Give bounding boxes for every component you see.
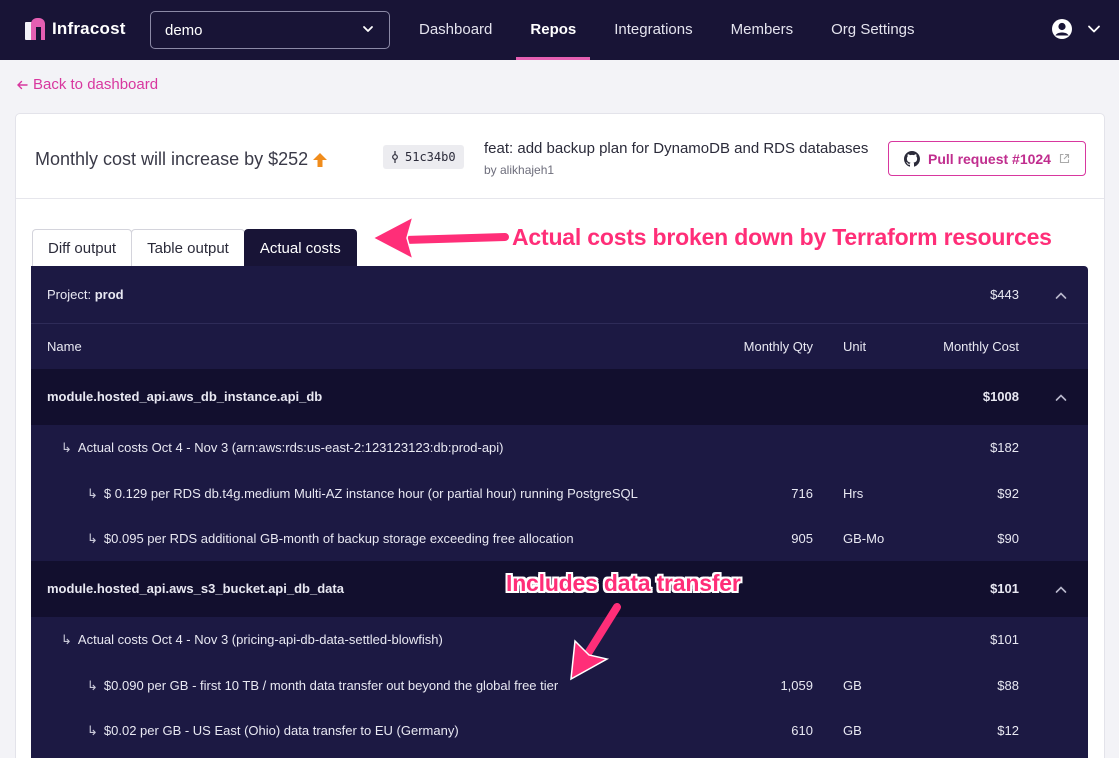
cost-summary-text: Monthly cost will increase by $252 bbox=[35, 149, 309, 169]
back-to-dashboard-link[interactable]: Back to dashboard bbox=[16, 76, 158, 93]
infracost-logo-icon bbox=[25, 18, 45, 40]
nav-org-settings[interactable]: Org Settings bbox=[812, 0, 933, 60]
row-cost: $88 bbox=[997, 678, 1019, 693]
cost-summary: Monthly cost will increase by $252 bbox=[35, 149, 328, 170]
org-select[interactable]: demo bbox=[150, 11, 390, 49]
project-label: Project: bbox=[47, 287, 92, 302]
arrow-left-icon bbox=[17, 80, 28, 89]
commit-author: by alikhajeh1 bbox=[484, 163, 555, 177]
chevron-down-icon bbox=[363, 26, 373, 32]
col-name: Name bbox=[47, 339, 82, 354]
subdirectory-arrow-icon: ↳ bbox=[87, 723, 98, 738]
row-qty: 716 bbox=[791, 486, 813, 501]
row-name-text: $0.090 per GB - first 10 TB / month data… bbox=[103, 678, 559, 693]
row-cost: $101 bbox=[990, 632, 1019, 647]
project-name-value: prod bbox=[94, 287, 124, 302]
actual-costs-table: Project: prod $443 Name Monthly Qty Unit… bbox=[31, 266, 1088, 758]
pull-request-button[interactable]: Pull request #1024 bbox=[888, 141, 1086, 176]
nav-dashboard[interactable]: Dashboard bbox=[400, 0, 511, 60]
row-name: ↳ $0.095 per RDS additional GB-month of b… bbox=[87, 516, 574, 561]
commit-hash: 51c34b0 bbox=[405, 150, 456, 164]
col-monthly-qty: Monthly Qty bbox=[743, 339, 813, 354]
brand-name: Infracost bbox=[52, 19, 126, 38]
main-nav: Dashboard Repos Integrations Members Org… bbox=[400, 0, 934, 60]
row-unit: GB bbox=[843, 678, 862, 693]
subdirectory-arrow-icon: ↳ bbox=[61, 440, 72, 455]
row-name-text: $ 0.129 per RDS db.t4g.medium Multi-AZ i… bbox=[103, 486, 638, 501]
row-name-text: Actual costs Oct 4 - Nov 3 (pricing-api-… bbox=[77, 632, 443, 647]
row-qty: 1,059 bbox=[780, 678, 813, 693]
line-item-row: ↳ $ 0.129 per RDS db.t4g.medium Multi-AZ … bbox=[31, 471, 1088, 516]
tab-diff-output[interactable]: Diff output bbox=[32, 229, 133, 267]
nav-repos[interactable]: Repos bbox=[511, 0, 595, 60]
external-link-icon bbox=[1059, 153, 1070, 164]
row-qty: 905 bbox=[791, 531, 813, 546]
row-name: module.hosted_api.aws_s3_bucket.api_db_d… bbox=[47, 561, 344, 617]
commit-message: feat: add backup plan for DynamoDB and R… bbox=[484, 140, 869, 157]
row-cost: $182 bbox=[990, 440, 1019, 455]
user-menu[interactable] bbox=[1051, 18, 1101, 40]
commit-icon bbox=[392, 151, 398, 163]
row-qty: 610 bbox=[791, 723, 813, 738]
project-name: Project: prod bbox=[47, 266, 124, 324]
row-name: ↳ $0.02 per GB - US East (Ohio) data tran… bbox=[87, 708, 459, 753]
nav-members[interactable]: Members bbox=[712, 0, 813, 60]
user-circle-icon bbox=[1052, 19, 1072, 39]
line-item-row: ↳ $0.090 per GB - first 10 TB / month dat… bbox=[31, 663, 1088, 708]
brand-logo[interactable]: Infracost bbox=[25, 18, 126, 40]
row-name: ↳ Actual costs Oct 4 - Nov 3 (pricing-api… bbox=[61, 617, 443, 663]
row-unit: GB bbox=[843, 723, 862, 738]
pull-request-label: Pull request #1024 bbox=[928, 150, 1051, 167]
nav-integrations[interactable]: Integrations bbox=[595, 0, 711, 60]
table-header-row: Name Monthly Qty Unit Monthly Cost bbox=[31, 324, 1088, 369]
row-name: module.hosted_api.aws_db_instance.api_db bbox=[47, 369, 322, 425]
github-icon bbox=[904, 150, 921, 167]
col-unit: Unit bbox=[843, 339, 867, 354]
subdirectory-arrow-icon: ↳ bbox=[87, 678, 98, 693]
row-name: ↳ Actual costs Oct 4 - Nov 3 (arn:aws:rds… bbox=[61, 425, 504, 471]
chevron-up-icon[interactable] bbox=[1054, 561, 1068, 617]
commit-hash-badge[interactable]: 51c34b0 bbox=[383, 145, 464, 169]
tab-table-output[interactable]: Table output bbox=[131, 229, 245, 267]
row-name: ↳ $ 0.129 per RDS db.t4g.medium Multi-AZ … bbox=[87, 471, 638, 516]
row-name-text: module.hosted_api.aws_s3_bucket.api_db_d… bbox=[47, 581, 344, 596]
row-unit: Hrs bbox=[843, 486, 864, 501]
subdirectory-arrow-icon: ↳ bbox=[61, 632, 72, 647]
row-cost: $12 bbox=[997, 723, 1019, 738]
project-row[interactable]: Project: prod $443 bbox=[31, 266, 1088, 324]
chevron-up-icon[interactable] bbox=[1054, 369, 1068, 425]
annotation-actual-costs: Actual costs broken down by Terraform re… bbox=[512, 224, 1052, 250]
row-name-text: module.hosted_api.aws_db_instance.api_db bbox=[47, 389, 323, 404]
row-name-text: Actual costs Oct 4 - Nov 3 (arn:aws:rds:… bbox=[77, 440, 504, 455]
row-cost: $1008 bbox=[982, 389, 1019, 404]
tab-actual-costs[interactable]: Actual costs bbox=[243, 229, 357, 267]
cost-group-row: ↳ Actual costs Oct 4 - Nov 3 (pricing-api… bbox=[31, 617, 1088, 663]
line-item-row: ↳ $0.02 per GB - US East (Ohio) data tran… bbox=[31, 708, 1088, 753]
row-unit: GB-Mo bbox=[843, 531, 885, 546]
top-nav: Infracost demo Dashboard Repos Integrati… bbox=[0, 0, 1119, 60]
annotation-arrow-left-icon bbox=[371, 215, 509, 261]
col-monthly-cost: Monthly Cost bbox=[943, 339, 1019, 354]
subdirectory-arrow-icon: ↳ bbox=[87, 486, 98, 501]
row-name: ↳ $0.090 per GB - first 10 TB / month dat… bbox=[87, 663, 558, 708]
annotation-arrow-down-icon bbox=[570, 603, 621, 681]
subdirectory-arrow-icon: ↳ bbox=[87, 531, 98, 546]
card-header: Monthly cost will increase by $252 51c34… bbox=[16, 114, 1104, 199]
output-tabs: Diff output Table output Actual costs bbox=[32, 229, 357, 267]
row-cost: $101 bbox=[990, 581, 1019, 596]
org-select-value: demo bbox=[165, 22, 203, 39]
row-name-text: $0.095 per RDS additional GB-month of ba… bbox=[103, 531, 574, 546]
row-name-text: $0.02 per GB - US East (Ohio) data trans… bbox=[103, 723, 459, 738]
back-link-label: Back to dashboard bbox=[33, 76, 159, 93]
row-cost: $92 bbox=[997, 486, 1019, 501]
line-item-row: ↳ $0.095 per RDS additional GB-month of b… bbox=[31, 516, 1088, 561]
chevron-down-icon bbox=[1088, 25, 1100, 33]
arrow-up-icon bbox=[313, 152, 328, 167]
cost-group-row: ↳ Actual costs Oct 4 - Nov 3 (arn:aws:rds… bbox=[31, 425, 1088, 471]
chevron-up-icon[interactable] bbox=[1054, 266, 1068, 324]
resource-row[interactable]: module.hosted_api.aws_db_instance.api_db… bbox=[31, 369, 1088, 425]
project-cost: $443 bbox=[990, 287, 1019, 302]
row-cost: $90 bbox=[997, 531, 1019, 546]
annotation-data-transfer: Includes data transfer bbox=[506, 570, 741, 596]
